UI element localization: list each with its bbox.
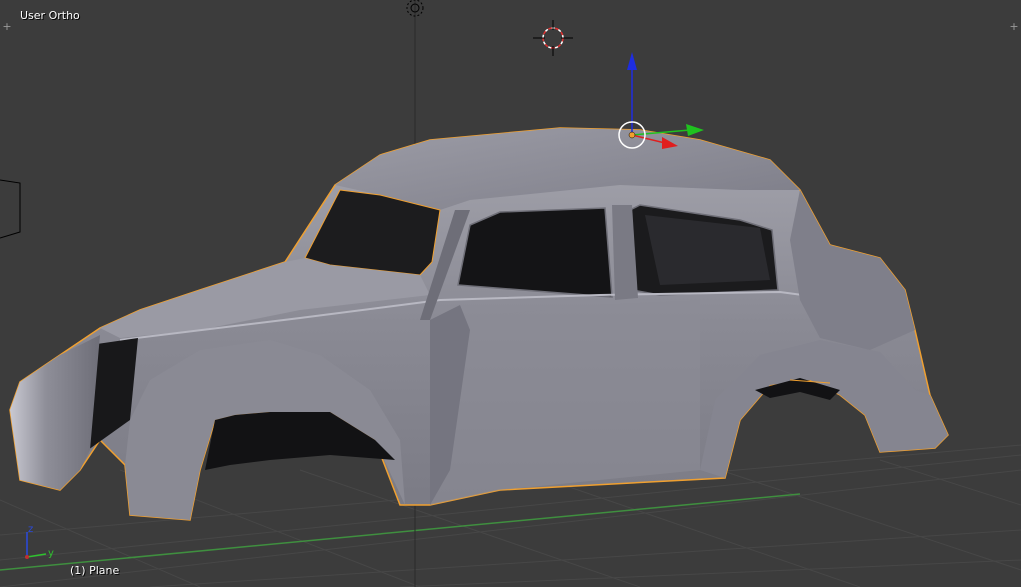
car-body-mesh[interactable] bbox=[9, 127, 949, 521]
manipulator-z-arrow bbox=[627, 52, 637, 70]
object-origin bbox=[628, 131, 636, 139]
gizmo-z-label: z bbox=[28, 524, 33, 535]
gizmo-y-label: y bbox=[48, 548, 54, 559]
manipulator-y-arrow bbox=[686, 124, 704, 136]
view-name-label: User Ortho bbox=[20, 9, 80, 22]
area-split-widget-right[interactable]: + bbox=[1009, 21, 1019, 32]
3d-cursor[interactable] bbox=[533, 20, 573, 56]
camera-object[interactable] bbox=[0, 179, 21, 239]
front-side-window bbox=[457, 207, 613, 298]
3d-viewport[interactable]: z y User Ortho (1) Plane + + bbox=[0, 0, 1021, 587]
active-object-info: (1) Plane bbox=[70, 564, 120, 577]
scene-canvas[interactable]: z y bbox=[0, 0, 1021, 587]
axis-gizmo: z y bbox=[25, 524, 54, 559]
area-split-widget-left[interactable]: + bbox=[2, 21, 12, 32]
